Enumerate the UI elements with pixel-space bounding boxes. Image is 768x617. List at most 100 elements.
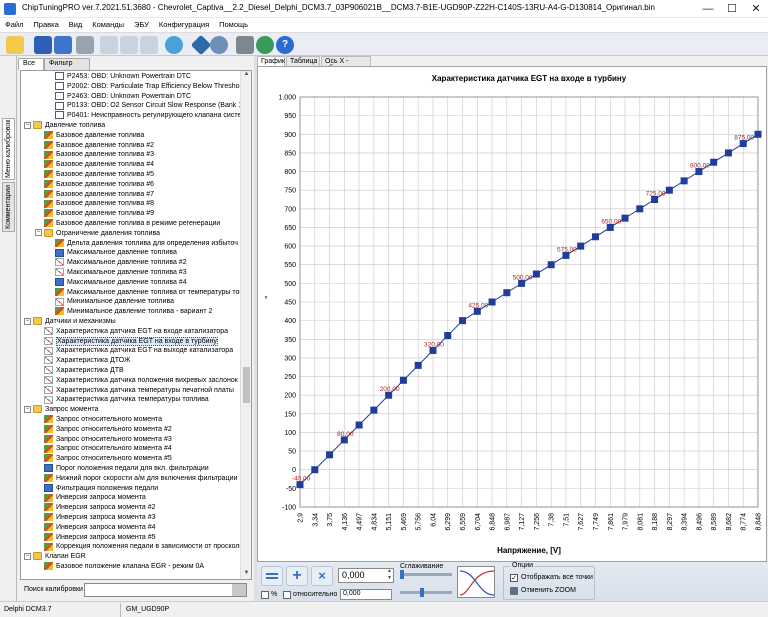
tab-all[interactable]: Все: [18, 58, 44, 70]
tree-folder[interactable]: − Клапан EGR: [24, 552, 86, 562]
print-icon[interactable]: [76, 36, 94, 54]
tree-item[interactable]: Максимальное давление топлива от темпера…: [55, 287, 243, 298]
percent-checkbox[interactable]: [261, 591, 269, 599]
relative-checkbox[interactable]: [283, 591, 291, 599]
tree-item[interactable]: Фильтрация положения педали: [44, 483, 158, 494]
tree-item[interactable]: Коррекция положения педали в зависимости…: [44, 542, 243, 552]
connect-icon[interactable]: [165, 36, 183, 54]
zoom-reset-icon[interactable]: [510, 587, 518, 595]
update-icon[interactable]: [256, 36, 274, 54]
tree-item[interactable]: Запрос относительного момента: [44, 415, 162, 425]
tree-item[interactable]: Дельта давления топлива для определения …: [55, 238, 238, 249]
tree-item[interactable]: Максимальное давление топлива #2: [55, 258, 187, 268]
scroll-down-icon[interactable]: ▼: [242, 570, 251, 579]
tree-folder[interactable]: − Давление топлива: [24, 121, 105, 131]
tree-item[interactable]: Максимальное давление топлива #4: [55, 277, 187, 288]
tree-item[interactable]: Нижний порог скорости а/м для включения …: [44, 473, 237, 484]
minimize-button[interactable]: —: [696, 0, 720, 18]
tree-item[interactable]: Запрос относительного момента #4: [44, 444, 172, 454]
tree-item[interactable]: Характеристика датчика температуры печат…: [44, 385, 234, 396]
chart-svg[interactable]: Характеристика датчика EGT на входе в ту…: [258, 67, 768, 563]
tree-item[interactable]: P0401: Неисправность регулирующего клапа…: [55, 111, 251, 121]
tree-item[interactable]: Инверсия запроса момента: [44, 493, 146, 503]
collapse-toggle-icon[interactable]: −: [35, 229, 42, 237]
relative-value-input[interactable]: 0,000: [340, 589, 392, 600]
save-as-icon[interactable]: [54, 36, 72, 54]
scroll-thumb[interactable]: [243, 367, 250, 403]
tree-item[interactable]: Минимальное давление топлива - вариант 2: [55, 307, 212, 317]
calibration-tree[interactable]: P2453: OBD: Unknown Powertrain DTC P2002:…: [20, 70, 252, 580]
maximize-button[interactable]: ☐: [720, 0, 744, 18]
tree-item[interactable]: P2463: OBD: Unknown Powertrain DTC: [55, 91, 191, 102]
collapse-toggle-icon[interactable]: −: [24, 317, 31, 325]
tree-folder[interactable]: − Датчики и механизмы: [24, 317, 116, 327]
tree-item[interactable]: Базовое давление топлива #8: [44, 199, 154, 209]
value-spinner[interactable]: ▲ ▼: [385, 568, 394, 583]
menu-commands[interactable]: Команды: [87, 18, 127, 29]
smoothing-slider-2[interactable]: [400, 588, 452, 597]
tree-item[interactable]: Характеристика датчика положения вихревы…: [44, 375, 238, 386]
tree-item[interactable]: Максимальное давление топлива: [55, 248, 177, 258]
tree-item[interactable]: Характеристика ДТВ: [44, 366, 124, 376]
search-icon[interactable]: [232, 584, 246, 596]
tree-item[interactable]: Характеристика датчика EGT на входе ката…: [44, 326, 228, 337]
menu-ecu[interactable]: ЭБУ: [129, 18, 152, 29]
menu-view[interactable]: Вид: [64, 18, 86, 29]
smoothing-slider-1[interactable]: [400, 570, 452, 579]
tree-item[interactable]: Порог положения педали для вкл. фильтрац…: [44, 464, 209, 474]
tab-filter[interactable]: Фильтр: [44, 58, 90, 70]
tree-item[interactable]: Характеристика датчика температуры топли…: [44, 395, 209, 405]
tree-item[interactable]: Базовое давление топлива в режиме регене…: [44, 219, 220, 229]
tree-item[interactable]: Базовое давление топлива #9: [44, 209, 154, 219]
menu-config[interactable]: Конфигурация: [154, 18, 212, 29]
menu-file[interactable]: Файл: [0, 18, 26, 29]
menu-help[interactable]: Помощь: [214, 18, 251, 29]
collapse-toggle-icon[interactable]: −: [24, 121, 31, 129]
tree-item[interactable]: Базовое давление топлива: [44, 130, 144, 141]
tree-item[interactable]: Запрос относительного момента #2: [44, 424, 172, 435]
tree-item[interactable]: Максимальное давление топлива #3: [55, 268, 187, 278]
tree-item[interactable]: Базовое положение клапана EGR - режим 0А: [44, 562, 204, 572]
tree-item[interactable]: Инверсия запроса момента #5: [44, 532, 156, 543]
menu-edit[interactable]: Правка: [28, 18, 61, 29]
tree-item[interactable]: Базовое давление топлива #3: [44, 150, 154, 160]
tree-item[interactable]: Базовое давление топлива #7: [44, 189, 154, 200]
copy-icon[interactable]: [100, 36, 118, 54]
open-icon[interactable]: [6, 36, 24, 54]
smoothing-slider-2-thumb[interactable]: [420, 588, 424, 597]
tree-item[interactable]: Инверсия запроса момента #2: [44, 503, 156, 513]
tree-item[interactable]: Характеристика датчика EGT на выходе кат…: [44, 346, 233, 356]
tree-item[interactable]: P0133: OBD: O2 Sensor Circuit Slow Respo…: [55, 101, 251, 111]
chart-area[interactable]: Характеристика датчика EGT на входе в ту…: [257, 66, 767, 562]
collapse-toggle-icon[interactable]: −: [24, 552, 31, 560]
tab-comments[interactable]: Комментарии: [2, 182, 15, 232]
tree-item[interactable]: Базовое давление топлива #5: [44, 170, 154, 180]
multiply-value-button[interactable]: ×: [311, 566, 333, 586]
help-icon[interactable]: ?: [276, 36, 294, 54]
find-icon[interactable]: [210, 36, 228, 54]
cancel-zoom-button[interactable]: Отменить ZOOM: [521, 587, 576, 594]
show-all-points-checkbox[interactable]: ✓: [510, 574, 518, 582]
tree-folder[interactable]: − Запрос момента: [24, 405, 98, 415]
tree-item[interactable]: Базовое давление топлива #2: [44, 140, 154, 151]
scroll-up-icon[interactable]: ▲: [242, 71, 251, 80]
search-input[interactable]: [84, 583, 247, 597]
set-value-button[interactable]: [261, 566, 283, 586]
undo-icon[interactable]: [140, 36, 158, 54]
tree-item[interactable]: Характеристика датчика EGT на входе в ту…: [44, 336, 218, 347]
tree-item[interactable]: Запрос относительного момента #3: [44, 434, 172, 445]
tree-item[interactable]: Инверсия запроса момента #4: [44, 522, 156, 533]
tree-item[interactable]: Базовое давление топлива #4: [44, 160, 154, 170]
tree-item[interactable]: P2002: OBD: Particulate Trap Efficiency …: [55, 81, 251, 92]
tab-calibration-menu[interactable]: Меню калибровок: [2, 118, 15, 180]
tree-item[interactable]: Инверсия запроса момента #3: [44, 513, 156, 523]
add-value-button[interactable]: +: [286, 566, 308, 586]
close-button[interactable]: ✕: [744, 0, 768, 18]
tree-item[interactable]: P2453: OBD: Unknown Powertrain DTC: [55, 72, 191, 82]
tree-folder[interactable]: − Ограничение давления топлива: [35, 228, 160, 239]
smoothing-slider-1-thumb[interactable]: [400, 570, 404, 579]
tree-item[interactable]: Базовое давление топлива #6: [44, 179, 154, 190]
tree-scrollbar[interactable]: ▲ ▼: [240, 71, 251, 579]
tools-icon[interactable]: [236, 36, 254, 54]
tree-item[interactable]: Минимальное давление топлива: [55, 297, 174, 307]
